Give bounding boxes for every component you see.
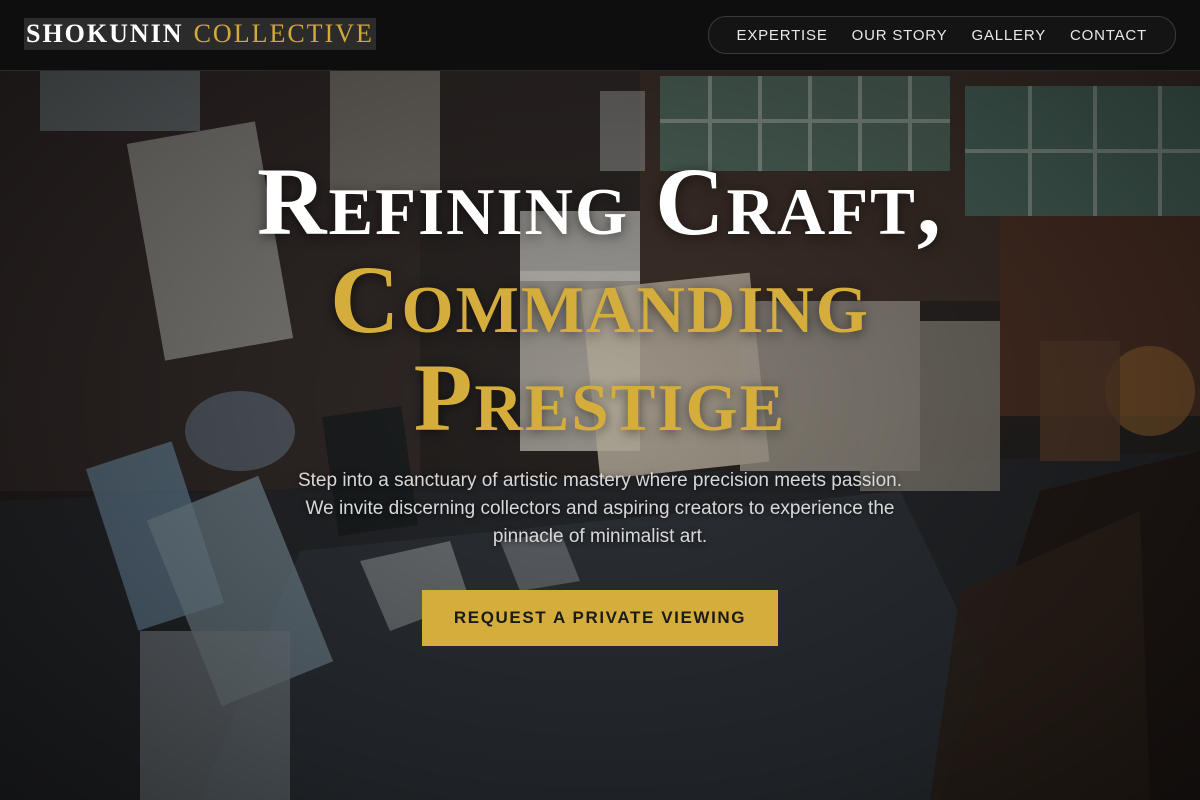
nav-link-our-story[interactable]: OUR STORY bbox=[840, 27, 960, 44]
hero-headline: Refining Craft, Commanding Prestige bbox=[0, 153, 1200, 447]
headline-line-3: Prestige bbox=[413, 344, 787, 451]
hero-subtext: Step into a sanctuary of artistic master… bbox=[297, 470, 903, 547]
brand-word-accent: COLLECTIVE bbox=[193, 19, 374, 48]
headline-line-1: Refining Craft, bbox=[257, 148, 943, 255]
headline-line-2: Commanding bbox=[330, 246, 870, 353]
nav-link-contact[interactable]: CONTACT bbox=[1058, 27, 1159, 44]
brand-logo[interactable]: SHOKUNIN COLLECTIVE bbox=[24, 18, 376, 50]
hero-section: Refining Craft, Commanding Prestige Step… bbox=[0, 71, 1200, 800]
main-nav: EXPERTISE OUR STORY GALLERY CONTACT bbox=[707, 16, 1176, 54]
site-header: SHOKUNIN COLLECTIVE EXPERTISE OUR STORY … bbox=[0, 0, 1200, 71]
request-viewing-button[interactable]: REQUEST A PRIVATE VIEWING bbox=[422, 590, 778, 646]
nav-link-gallery[interactable]: GALLERY bbox=[959, 27, 1058, 44]
brand-word-primary: SHOKUNIN bbox=[26, 19, 184, 48]
nav-link-expertise[interactable]: EXPERTISE bbox=[725, 27, 840, 44]
